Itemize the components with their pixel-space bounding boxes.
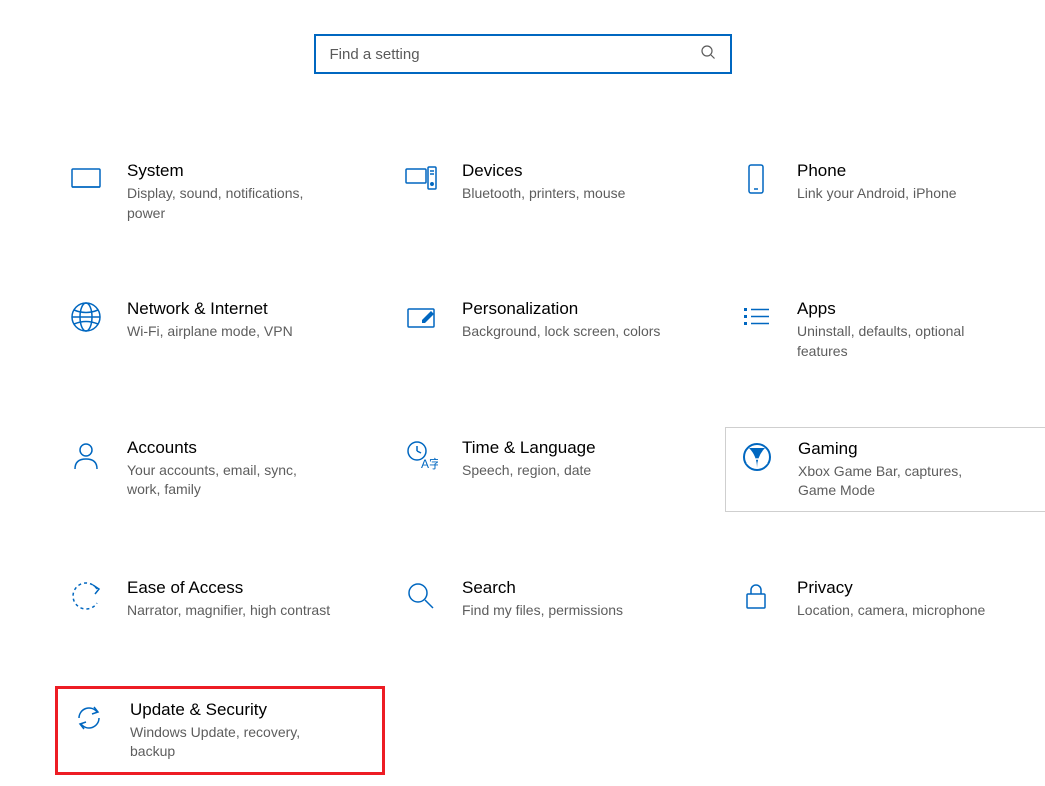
- category-time-language[interactable]: A字 Time & Language Speech, region, date: [390, 427, 720, 512]
- category-title: Apps: [797, 298, 1001, 320]
- time-language-icon: A字: [396, 437, 446, 473]
- category-title: Devices: [462, 160, 625, 182]
- category-desc: Xbox Game Bar, captures, Game Mode: [798, 462, 1002, 501]
- category-ease-of-access[interactable]: Ease of Access Narrator, magnifier, high…: [55, 567, 385, 631]
- category-desc: Bluetooth, printers, mouse: [462, 184, 625, 204]
- category-title: Update & Security: [130, 699, 334, 721]
- category-title: Network & Internet: [127, 298, 293, 320]
- search-input-wrapper[interactable]: [314, 34, 732, 74]
- category-update-security[interactable]: Update & Security Windows Update, recove…: [55, 686, 385, 775]
- network-icon: [61, 298, 111, 334]
- category-privacy[interactable]: Privacy Location, camera, microphone: [725, 567, 1045, 631]
- category-search[interactable]: Search Find my files, permissions: [390, 567, 720, 631]
- category-network[interactable]: Network & Internet Wi-Fi, airplane mode,…: [55, 288, 385, 371]
- category-title: Phone: [797, 160, 957, 182]
- category-desc: Background, lock screen, colors: [462, 322, 660, 342]
- privacy-icon: [731, 577, 781, 613]
- devices-icon: [396, 160, 446, 196]
- phone-icon: [731, 160, 781, 196]
- search-input[interactable]: [330, 46, 700, 63]
- category-system[interactable]: System Display, sound, notifications, po…: [55, 150, 385, 233]
- category-title: Ease of Access: [127, 577, 330, 599]
- category-desc: Wi-Fi, airplane mode, VPN: [127, 322, 293, 342]
- category-desc: Speech, region, date: [462, 461, 596, 481]
- personalization-icon: [396, 298, 446, 334]
- update-security-icon: [64, 699, 114, 735]
- svg-text:A字: A字: [421, 456, 438, 471]
- category-title: Personalization: [462, 298, 660, 320]
- category-desc: Your accounts, email, sync, work, family: [127, 461, 331, 500]
- category-desc: Find my files, permissions: [462, 601, 623, 621]
- category-title: System: [127, 160, 331, 182]
- category-desc: Location, camera, microphone: [797, 601, 985, 621]
- category-personalization[interactable]: Personalization Background, lock screen,…: [390, 288, 720, 371]
- category-title: Gaming: [798, 438, 1002, 460]
- category-title: Time & Language: [462, 437, 596, 459]
- search-container: [0, 0, 1045, 74]
- search-category-icon: [396, 577, 446, 613]
- gaming-icon: [732, 438, 782, 474]
- ease-of-access-icon: [61, 577, 111, 613]
- category-phone[interactable]: Phone Link your Android, iPhone: [725, 150, 1045, 233]
- category-desc: Narrator, magnifier, high contrast: [127, 601, 330, 621]
- settings-grid: System Display, sound, notifications, po…: [55, 150, 1035, 775]
- category-desc: Display, sound, notifications, power: [127, 184, 331, 223]
- category-accounts[interactable]: Accounts Your accounts, email, sync, wor…: [55, 427, 385, 512]
- accounts-icon: [61, 437, 111, 473]
- category-desc: Uninstall, defaults, optional features: [797, 322, 1001, 361]
- category-gaming[interactable]: Gaming Xbox Game Bar, captures, Game Mod…: [725, 427, 1045, 512]
- search-icon: [700, 44, 716, 65]
- category-desc: Windows Update, recovery, backup: [130, 723, 334, 762]
- category-title: Privacy: [797, 577, 985, 599]
- system-icon: [61, 160, 111, 196]
- category-title: Search: [462, 577, 623, 599]
- apps-icon: [731, 298, 781, 334]
- category-title: Accounts: [127, 437, 331, 459]
- category-desc: Link your Android, iPhone: [797, 184, 957, 204]
- category-devices[interactable]: Devices Bluetooth, printers, mouse: [390, 150, 720, 233]
- category-apps[interactable]: Apps Uninstall, defaults, optional featu…: [725, 288, 1045, 371]
